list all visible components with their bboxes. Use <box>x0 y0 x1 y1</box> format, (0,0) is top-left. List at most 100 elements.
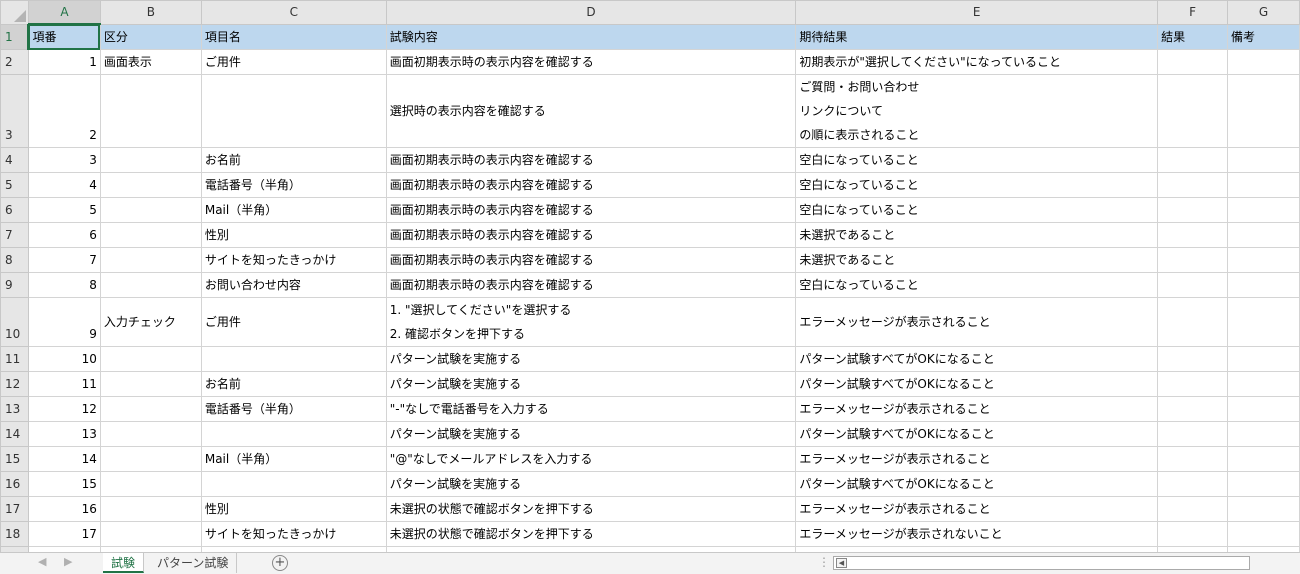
cell-b1[interactable]: 区分 <box>99 23 202 50</box>
cell-remarks[interactable] <box>1227 197 1300 223</box>
cell-result[interactable] <box>1157 74 1229 148</box>
cell-remarks[interactable] <box>1227 446 1300 472</box>
cell-test-content[interactable]: "-"なしで電話番号を入力する <box>385 396 797 422</box>
cell-remarks[interactable] <box>1227 521 1300 547</box>
cell-category[interactable] <box>99 147 202 173</box>
cell-expected-result[interactable]: パターン試験すべてがOKになること <box>795 371 1159 397</box>
cell-item-name[interactable]: 電話番号（半角） <box>200 396 387 422</box>
cell-item-number[interactable]: 14 <box>27 446 101 472</box>
cell-category[interactable] <box>99 471 202 497</box>
cell-item-number[interactable]: 1 <box>27 49 101 75</box>
cell-item-name[interactable]: 性別 <box>200 222 387 248</box>
cell-expected-result[interactable]: パターン試験すべてがOKになること <box>795 471 1159 497</box>
cell-item-name[interactable] <box>200 471 387 497</box>
cell-e1[interactable]: 期待結果 <box>795 23 1159 50</box>
cell-test-content[interactable]: 1. "選択してください"を選択する 2. 確認ボタンを押下する <box>385 297 797 347</box>
cell-remarks[interactable] <box>1227 74 1300 148</box>
cell-c1[interactable]: 項目名 <box>200 23 387 50</box>
cell-category[interactable] <box>99 346 202 372</box>
cell-test-content[interactable]: パターン試験を実施する <box>385 421 797 447</box>
spreadsheet-grid[interactable]: A B C D E F G 1 項番 区分 項目名 試験内容 期待結果 結果 備… <box>0 0 1300 552</box>
cell-test-content[interactable]: 未選択の状態で確認ボタンを押下する <box>385 496 797 522</box>
sheet-tab-pattern[interactable]: パターン試験 <box>149 553 238 573</box>
splitter-icon[interactable]: ⋮ <box>818 555 830 569</box>
cell-category[interactable] <box>99 446 202 472</box>
column-header-g[interactable]: G <box>1227 0 1300 25</box>
row-header[interactable]: 11 <box>0 346 29 372</box>
cell-result[interactable] <box>1157 247 1229 273</box>
row-header[interactable]: 6 <box>0 197 29 223</box>
cell-remarks[interactable] <box>1227 247 1300 273</box>
horizontal-scrollbar[interactable]: ◀ <box>833 556 1250 570</box>
cell-test-content[interactable]: 選択時の表示内容を確認する <box>385 74 797 148</box>
row-header[interactable]: 9 <box>0 272 29 298</box>
cell-result[interactable] <box>1157 197 1229 223</box>
column-header-b[interactable]: B <box>99 0 202 25</box>
cell-item-name[interactable]: お問い合わせ内容 <box>200 272 387 298</box>
cell-item-number[interactable]: 17 <box>27 521 101 547</box>
cell-category[interactable]: 画面表示 <box>99 49 202 75</box>
cell-test-content[interactable]: "@"なしでメールアドレスを入力する <box>385 446 797 472</box>
cell-remarks[interactable] <box>1227 297 1300 347</box>
scroll-left-icon[interactable]: ◀ <box>836 558 847 568</box>
cell-item-name[interactable] <box>200 74 387 148</box>
cell-category[interactable] <box>99 172 202 198</box>
row-header[interactable]: 16 <box>0 471 29 497</box>
cell-test-content[interactable]: 画面初期表示時の表示内容を確認する <box>385 197 797 223</box>
cell-result[interactable] <box>1157 272 1229 298</box>
cell-remarks[interactable] <box>1227 172 1300 198</box>
column-header-a[interactable]: A <box>27 0 101 25</box>
cell-item-name[interactable]: Mail（半角） <box>200 197 387 223</box>
cell-remarks[interactable] <box>1227 371 1300 397</box>
cell-result[interactable] <box>1157 346 1229 372</box>
row-header[interactable]: 4 <box>0 147 29 173</box>
cell-expected-result[interactable]: エラーメッセージが表示されること <box>795 297 1159 347</box>
cell-expected-result[interactable]: パターン試験すべてがOKになること <box>795 421 1159 447</box>
row-header[interactable]: 10 <box>0 297 29 347</box>
add-sheet-icon[interactable]: + <box>272 555 288 571</box>
row-header[interactable]: 18 <box>0 521 29 547</box>
cell-item-number[interactable]: 6 <box>27 222 101 248</box>
row-header[interactable]: 5 <box>0 172 29 198</box>
cell-remarks[interactable] <box>1227 346 1300 372</box>
cell-category[interactable]: 入力チェック <box>99 297 202 347</box>
cell-d1[interactable]: 試験内容 <box>385 23 797 50</box>
column-header-d[interactable]: D <box>385 0 797 25</box>
cell-result[interactable] <box>1157 222 1229 248</box>
cell-remarks[interactable] <box>1227 147 1300 173</box>
cell-test-content[interactable]: 画面初期表示時の表示内容を確認する <box>385 49 797 75</box>
cell-item-number[interactable]: 15 <box>27 471 101 497</box>
column-header-c[interactable]: C <box>200 0 387 25</box>
select-all-corner[interactable] <box>0 0 29 25</box>
cell-result[interactable] <box>1157 421 1229 447</box>
cell-item-number[interactable]: 11 <box>27 371 101 397</box>
row-header[interactable]: 14 <box>0 421 29 447</box>
column-header-f[interactable]: F <box>1157 0 1229 25</box>
cell-item-name[interactable]: お名前 <box>200 147 387 173</box>
cell-test-content[interactable]: 画面初期表示時の表示内容を確認する <box>385 222 797 248</box>
cell-category[interactable] <box>99 521 202 547</box>
cell-f1[interactable]: 結果 <box>1157 23 1229 50</box>
cell-result[interactable] <box>1157 297 1229 347</box>
row-header[interactable]: 13 <box>0 396 29 422</box>
cell-category[interactable] <box>99 396 202 422</box>
row-header[interactable]: 1 <box>0 23 30 50</box>
cell-item-number[interactable]: 4 <box>27 172 101 198</box>
cell-result[interactable] <box>1157 496 1229 522</box>
row-header[interactable]: 15 <box>0 446 29 472</box>
cell-item-number[interactable]: 7 <box>27 247 101 273</box>
cell-category[interactable] <box>99 74 202 148</box>
cell-item-name[interactable]: 電話番号（半角） <box>200 172 387 198</box>
cell-result[interactable] <box>1157 446 1229 472</box>
next-sheet-icon[interactable]: ▶ <box>64 555 72 568</box>
cell-expected-result[interactable]: エラーメッセージが表示されること <box>795 446 1159 472</box>
cell-expected-result[interactable]: 空白になっていること <box>795 197 1159 223</box>
cell-item-name[interactable]: ご用件 <box>200 49 387 75</box>
cell-remarks[interactable] <box>1227 49 1300 75</box>
cell-g1[interactable]: 備考 <box>1227 23 1300 50</box>
cell-item-number[interactable]: 5 <box>27 197 101 223</box>
cell-expected-result[interactable]: 空白になっていること <box>795 272 1159 298</box>
cell-item-name[interactable] <box>200 421 387 447</box>
cell-item-number[interactable]: 10 <box>27 346 101 372</box>
cell-expected-result[interactable]: 未選択であること <box>795 222 1159 248</box>
